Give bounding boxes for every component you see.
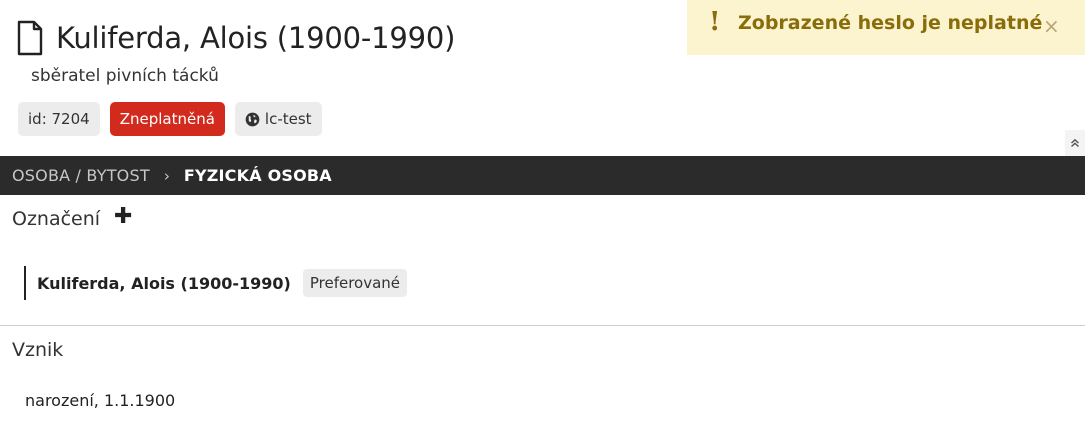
breadcrumb-current: FYZICKÁ OSOBA	[183, 166, 332, 185]
preferred-badge: Preferované	[302, 269, 408, 297]
breadcrumb: OSOBA / BYTOST › FYZICKÁ OSOBA	[0, 156, 1085, 195]
invalid-entry-alert: ! Zobrazené heslo je neplatné ×	[687, 0, 1085, 55]
badge-row: id: 7204 Zneplatněná lc-test	[18, 102, 322, 136]
designation-item: Kuliferda, Alois (1900-1990) Preferované	[24, 266, 408, 300]
status-badge: Zneplatněná	[109, 102, 225, 136]
collapse-header-button[interactable]	[1065, 130, 1085, 156]
chevron-double-up-icon	[1071, 138, 1079, 148]
origin-section-title: Vznik	[12, 339, 64, 361]
scope-badge: lc-test	[234, 102, 322, 136]
scope-label: lc-test	[264, 110, 312, 128]
page-title: Kuliferda, Alois (1900-1990)	[56, 21, 456, 55]
title-row: Kuliferda, Alois (1900-1990)	[16, 20, 455, 56]
id-badge: id: 7204	[18, 102, 100, 136]
alert-message: Zobrazené heslo je neplatné	[738, 12, 1043, 34]
breadcrumb-parent[interactable]: OSOBA / BYTOST	[12, 166, 150, 185]
close-icon[interactable]: ×	[1043, 14, 1060, 38]
exclamation-icon: !	[709, 7, 721, 37]
add-designation-button[interactable]: ✚	[114, 204, 132, 229]
designation-name[interactable]: Kuliferda, Alois (1900-1990)	[37, 274, 291, 293]
designation-section-title: Označení	[12, 208, 101, 230]
page-subtitle: sběratel pivních tácků	[31, 66, 219, 86]
section-divider	[0, 325, 1085, 326]
document-icon	[16, 20, 44, 56]
globe-icon	[245, 112, 260, 126]
breadcrumb-separator-icon: ›	[163, 166, 170, 185]
origin-item: narození, 1.1.1900	[25, 391, 176, 410]
